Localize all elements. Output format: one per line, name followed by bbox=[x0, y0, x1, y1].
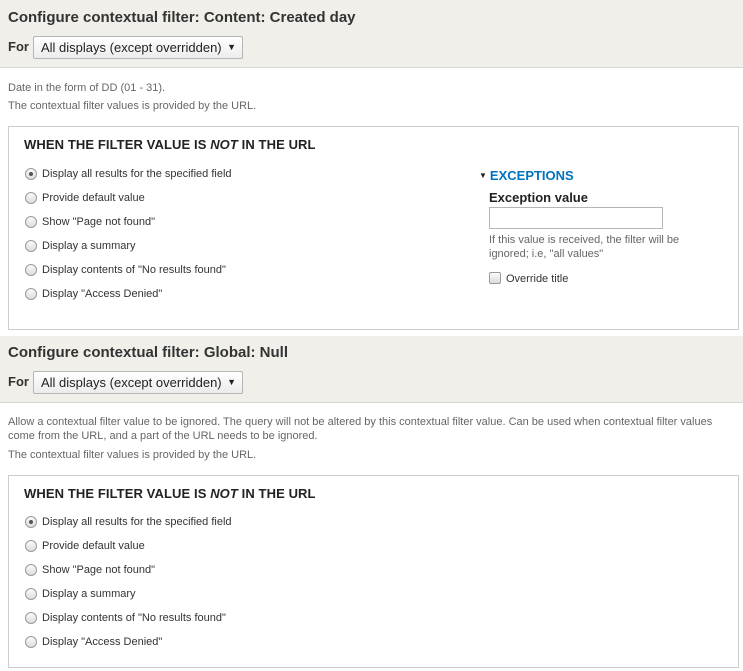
section2-no-argument-panel: WHEN THE FILTER VALUE IS NOT IN THE URL … bbox=[8, 475, 739, 668]
radio-button[interactable] bbox=[25, 264, 37, 276]
section1-for-label: For bbox=[8, 39, 29, 54]
option-label: Display a summary bbox=[42, 240, 136, 252]
radio-button[interactable] bbox=[25, 612, 37, 624]
dropdown-arrow-icon: ▼ bbox=[227, 42, 236, 52]
section1-no-argument-panel: WHEN THE FILTER VALUE IS NOT IN THE URL … bbox=[8, 126, 739, 330]
option-label: Display "Access Denied" bbox=[42, 636, 163, 648]
radio-button[interactable] bbox=[25, 192, 37, 204]
panel-title-prefix: WHEN THE FILTER VALUE IS bbox=[24, 486, 211, 501]
exceptions-heading: EXCEPTIONS bbox=[489, 168, 574, 183]
option-label: Display "Access Denied" bbox=[42, 288, 163, 300]
option-label: Display contents of "No results found" bbox=[42, 612, 226, 624]
section1-display-select[interactable]: All displays (except overridden) ▼ bbox=[33, 36, 243, 59]
section1-display-select-value: All displays (except overridden) bbox=[41, 40, 222, 55]
section1-description-1: Date in the form of DD (01 - 31). bbox=[8, 82, 166, 94]
radio-button[interactable] bbox=[25, 540, 37, 552]
override-title-checkbox[interactable] bbox=[489, 272, 501, 284]
exception-value-input[interactable] bbox=[489, 207, 663, 229]
section1-header: Configure contextual filter: Content: Cr… bbox=[0, 0, 743, 68]
section2-display-select-value: All displays (except overridden) bbox=[41, 375, 222, 390]
radio-button[interactable] bbox=[25, 168, 37, 180]
exception-help-1: If this value is received, the filter wi… bbox=[489, 234, 680, 246]
option-label: Provide default value bbox=[42, 540, 145, 552]
section2-description-3: The contextual filter values is provided… bbox=[8, 449, 257, 461]
triangle-down-icon: ▼ bbox=[479, 171, 487, 180]
radio-button[interactable] bbox=[25, 564, 37, 576]
option-label: Display all results for the specified fi… bbox=[42, 516, 232, 528]
section1-description-2: The contextual filter values is provided… bbox=[8, 100, 257, 112]
option-label: Display a summary bbox=[42, 588, 136, 600]
section2-title: Configure contextual filter: Global: Nul… bbox=[8, 344, 289, 361]
panel-title-prefix: WHEN THE FILTER VALUE IS bbox=[24, 137, 211, 152]
override-title-label: Override title bbox=[506, 273, 569, 285]
panel-title-em: NOT bbox=[210, 137, 238, 152]
exceptions-toggle[interactable]: ▼ EXCEPTIONS bbox=[479, 168, 574, 183]
option-label: Display contents of "No results found" bbox=[42, 264, 226, 276]
panel-title-em: NOT bbox=[210, 486, 238, 501]
section2-description-2: come from the URL, and a part of the URL… bbox=[8, 430, 318, 442]
section2-display-select[interactable]: All displays (except overridden) ▼ bbox=[33, 371, 243, 394]
panel-title-suffix: IN THE URL bbox=[237, 137, 316, 152]
section1-panel-title: WHEN THE FILTER VALUE IS NOT IN THE URL bbox=[24, 137, 316, 152]
radio-button[interactable] bbox=[25, 588, 37, 600]
radio-button[interactable] bbox=[25, 240, 37, 252]
section2-header: Configure contextual filter: Global: Nul… bbox=[0, 336, 743, 403]
radio-button[interactable] bbox=[25, 636, 37, 648]
radio-button[interactable] bbox=[25, 516, 37, 528]
exception-value-label: Exception value bbox=[489, 190, 588, 205]
radio-button[interactable] bbox=[25, 288, 37, 300]
section2-description-1: Allow a contextual filter value to be ig… bbox=[8, 416, 713, 428]
dropdown-arrow-icon: ▼ bbox=[227, 377, 236, 387]
section2-for-label: For bbox=[8, 374, 29, 389]
section2-panel-title: WHEN THE FILTER VALUE IS NOT IN THE URL bbox=[24, 486, 316, 501]
option-label: Display all results for the specified fi… bbox=[42, 168, 232, 180]
radio-button[interactable] bbox=[25, 216, 37, 228]
option-label: Show "Page not found" bbox=[42, 216, 156, 228]
panel-title-suffix: IN THE URL bbox=[237, 486, 316, 501]
option-label: Show "Page not found" bbox=[42, 564, 156, 576]
exception-help-2: ignored; i.e, "all values" bbox=[489, 248, 604, 260]
option-label: Provide default value bbox=[42, 192, 145, 204]
section1-title: Configure contextual filter: Content: Cr… bbox=[8, 9, 356, 26]
